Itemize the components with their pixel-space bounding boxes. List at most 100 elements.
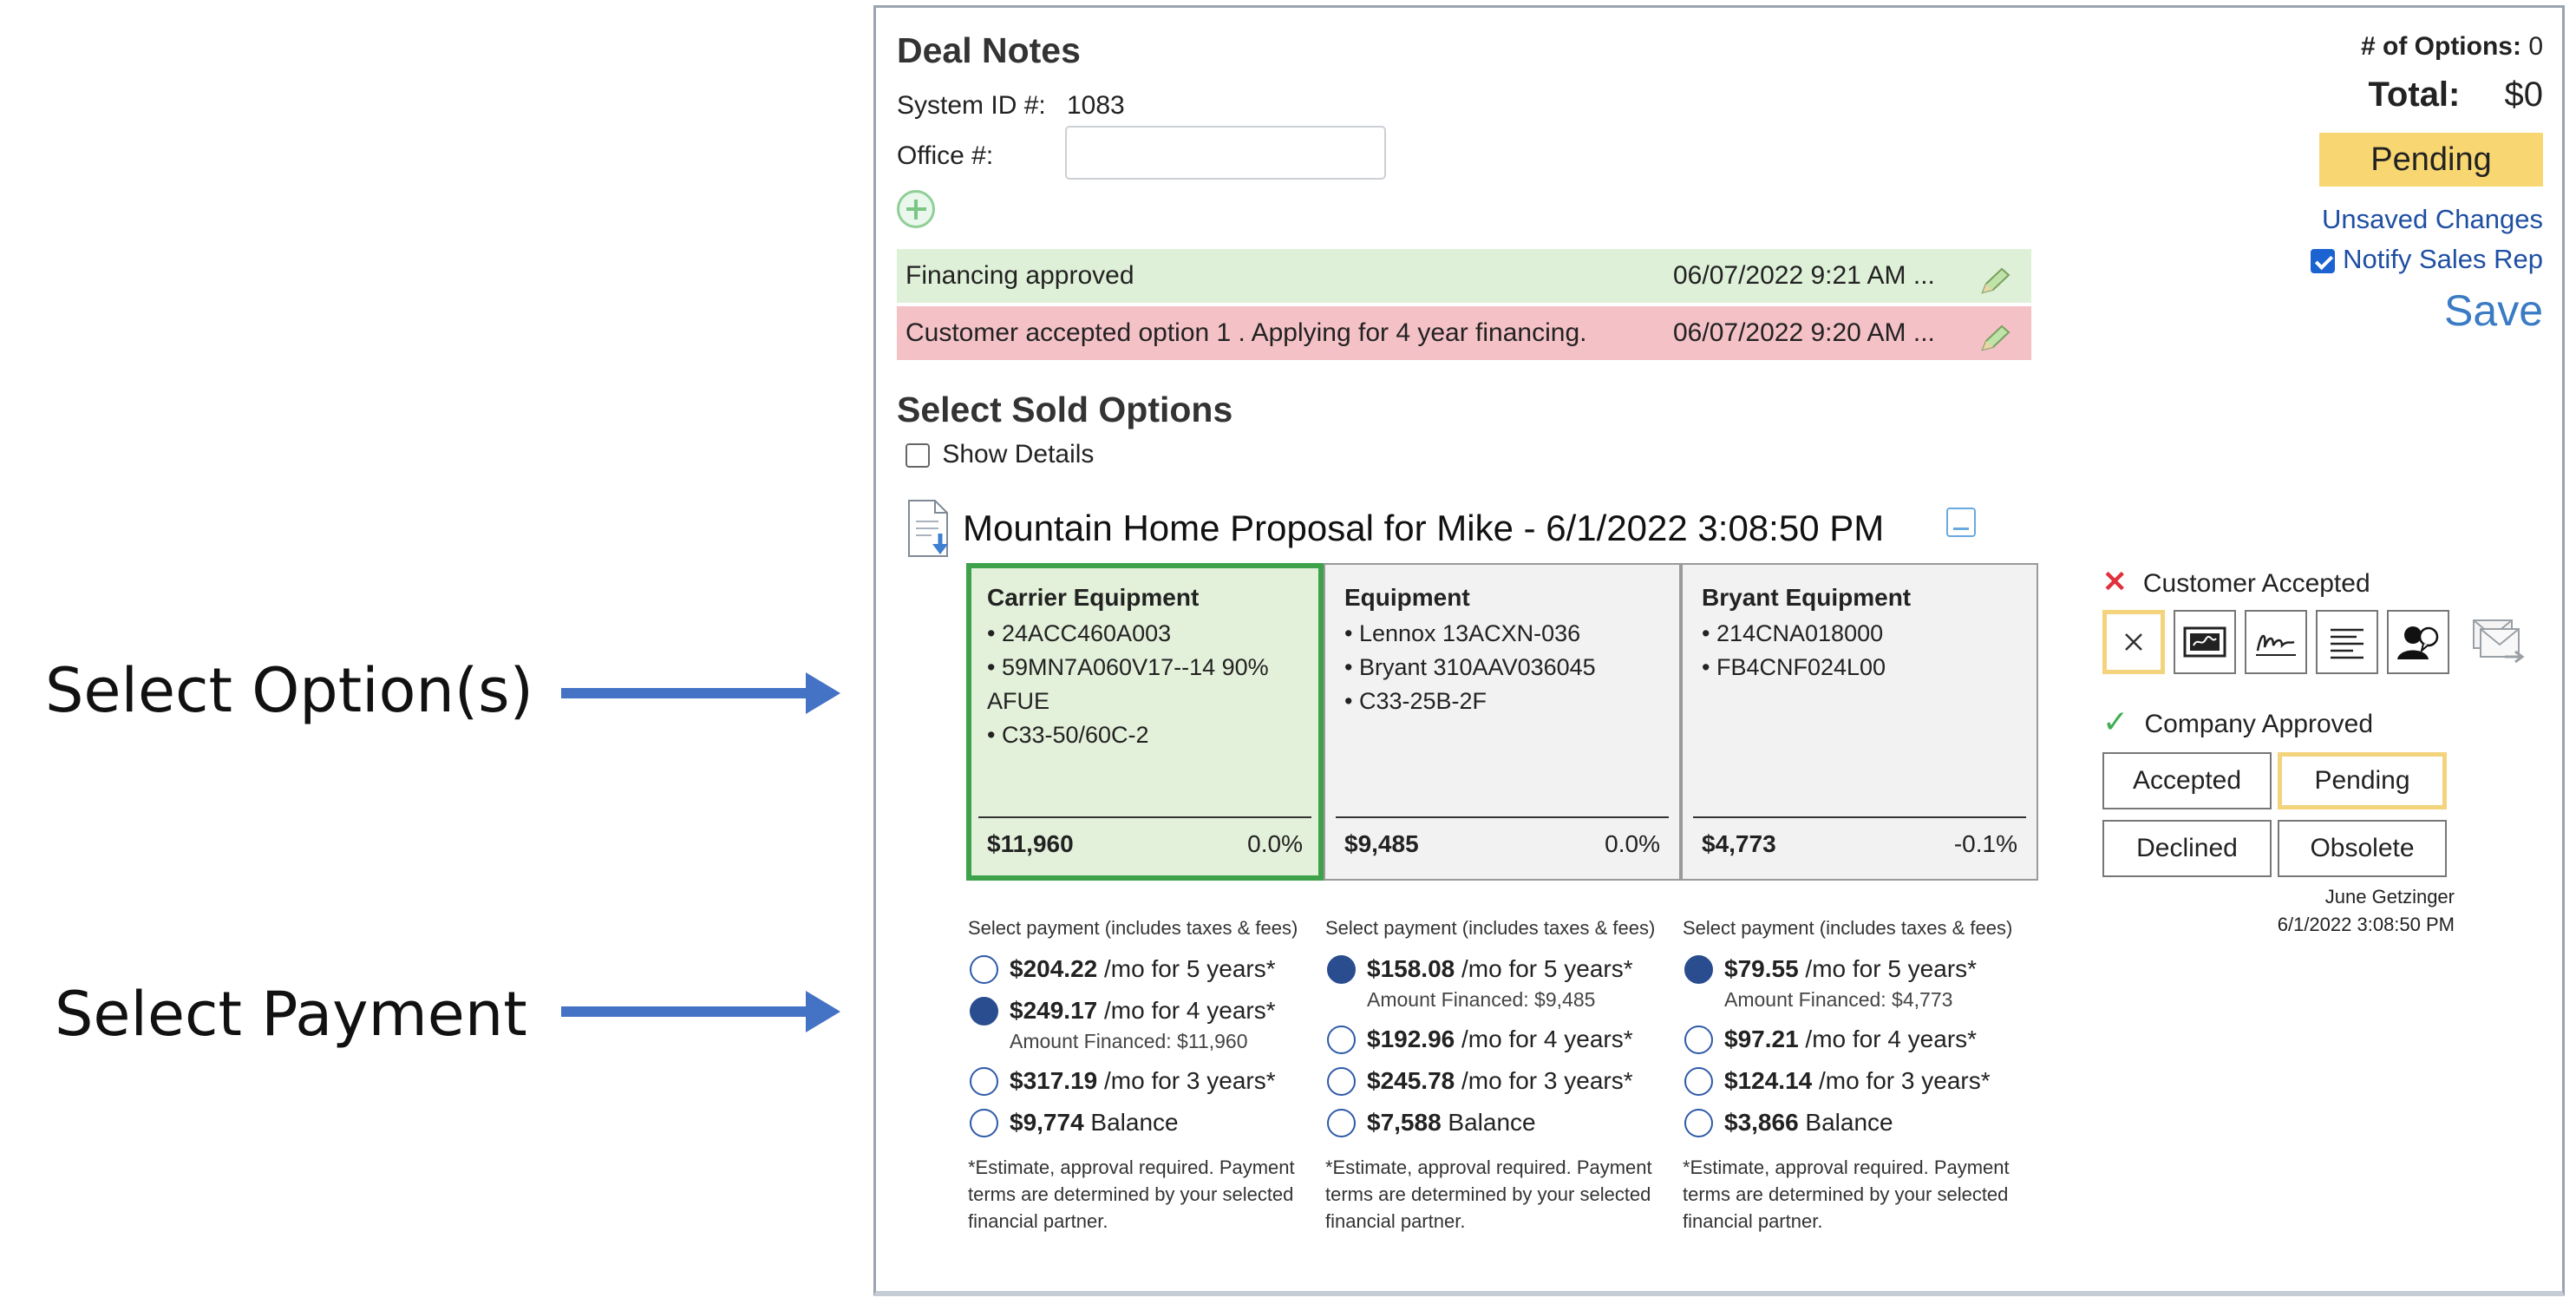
option-item: • 214CNA018000 <box>1702 620 1884 646</box>
office-label: Office #: <box>897 141 994 170</box>
option-item: • C33-50/60C-2 <box>987 722 1149 748</box>
x-mark-icon: ✕ <box>2102 566 2128 599</box>
proposal-title: Mountain Home Proposal for Mike - 6/1/20… <box>963 508 1885 548</box>
obsolete-button[interactable]: Obsolete <box>2278 820 2447 877</box>
option-item: • 59MN7A060V17--14 90% AFUE <box>987 654 1269 714</box>
office-input[interactable] <box>1065 126 1386 180</box>
payment-footnote: *Estimate, approval required. Payment te… <box>1683 1157 2010 1232</box>
payment-radio[interactable] <box>1684 1109 1713 1137</box>
payment-radio[interactable] <box>1684 1026 1713 1054</box>
note-text: Customer accepted option 1 . Applying fo… <box>906 318 1587 347</box>
payment-option[interactable]: $192.96 /mo for 4 years* <box>1325 1026 1683 1054</box>
pencil-icon[interactable] <box>1978 261 2012 294</box>
option-price: $11,960 <box>987 830 1074 857</box>
section-title-sold-options: Select Sold Options <box>897 390 1233 429</box>
payment-radio[interactable] <box>1327 1109 1356 1137</box>
option-divider <box>978 816 1311 818</box>
note-row-financing[interactable]: Financing approved 06/07/2022 9:21 AM ..… <box>897 249 2031 303</box>
payment-radio[interactable] <box>1327 1067 1356 1096</box>
note-timestamp: 06/07/2022 9:20 AM ... <box>1673 318 1935 347</box>
payment-header: Select payment (includes taxes & fees) <box>1325 917 1656 939</box>
options-count-value: 0 <box>2528 32 2543 61</box>
notify-sales-rep[interactable]: Notify Sales Rep <box>2311 244 2543 275</box>
text-lines-icon[interactable] <box>2316 610 2378 674</box>
option-divider <box>1336 816 1669 818</box>
person-chat-icon[interactable] <box>2387 610 2449 674</box>
payment-option[interactable]: $204.22 /mo for 5 years* <box>968 955 1325 984</box>
signature-pad-icon[interactable] <box>2174 610 2236 674</box>
payment-radio[interactable] <box>1684 1067 1713 1096</box>
payment-column-bryant: Select payment (includes taxes & fees) $… <box>1683 917 2040 1235</box>
deal-notes-window: Deal Notes System ID #: 1083 Office #: F… <box>873 5 2565 1296</box>
clear-signature-button[interactable] <box>2102 610 2165 674</box>
option-divider <box>1693 816 2026 818</box>
option-title: Carrier Equipment <box>987 584 1200 611</box>
payment-option[interactable]: $7,588 Balance <box>1325 1109 1683 1137</box>
option-card-bryant[interactable]: Bryant Equipment • 214CNA018000 • FB4CNF… <box>1681 563 2038 881</box>
show-details-checkbox[interactable] <box>906 443 930 469</box>
payment-column-equipment: Select payment (includes taxes & fees) $… <box>1325 917 1683 1235</box>
collapse-icon[interactable] <box>1946 508 1976 537</box>
payment-radio[interactable] <box>1327 955 1356 984</box>
show-details-label: Show Details <box>942 440 1095 469</box>
payment-option[interactable]: $79.55 /mo for 5 years* Amount Financed: … <box>1683 955 2040 1012</box>
annotation-select-options: Select Option(s) <box>45 655 533 726</box>
amount-financed: Amount Financed: $4,773 <box>1724 988 1953 1011</box>
approver-name: June Getzinger <box>2324 886 2455 908</box>
payment-header: Select payment (includes taxes & fees) <box>1683 917 2013 939</box>
payment-header: Select payment (includes taxes & fees) <box>968 917 1298 939</box>
customer-accepted-row: ✕ Customer Accepted <box>2102 565 2370 600</box>
payment-radio[interactable] <box>1684 955 1713 984</box>
payment-option[interactable]: $97.21 /mo for 4 years* <box>1683 1026 2040 1054</box>
annotation-select-payment: Select Payment <box>55 979 527 1050</box>
option-item: • Lennox 13ACXN-036 <box>1344 620 1581 646</box>
declined-button[interactable]: Declined <box>2102 820 2272 877</box>
option-item: • 24ACC460A003 <box>987 620 1172 646</box>
payment-radio[interactable] <box>970 1109 998 1137</box>
payment-radio[interactable] <box>970 1067 998 1096</box>
payment-option[interactable]: $3,866 Balance <box>1683 1109 2040 1137</box>
note-text: Financing approved <box>906 261 1134 290</box>
option-card-equipment[interactable]: Equipment • Lennox 13ACXN-036 • Bryant 3… <box>1324 563 1681 881</box>
document-download-icon[interactable] <box>906 499 954 564</box>
accepted-button[interactable]: Accepted <box>2102 752 2272 809</box>
option-title: Equipment <box>1344 584 1470 611</box>
option-card-carrier[interactable]: Carrier Equipment • 24ACC460A003 • 59MN7… <box>966 563 1324 881</box>
arrow-select-payment <box>561 991 840 1032</box>
option-price: $4,773 <box>1702 830 1776 857</box>
company-approved-label: Company Approved <box>2144 710 2374 738</box>
payment-option[interactable]: $9,774 Balance <box>968 1109 1325 1137</box>
system-id-label: System ID #: <box>897 91 1046 120</box>
page-title: Deal Notes <box>897 30 1081 70</box>
customer-accepted-label: Customer Accepted <box>2142 569 2370 598</box>
email-send-icon[interactable] <box>2470 617 2527 672</box>
signature-icon[interactable] <box>2245 610 2307 674</box>
payment-radio[interactable] <box>970 997 998 1026</box>
amount-financed: Amount Financed: $9,485 <box>1367 988 1596 1011</box>
payment-option[interactable]: $317.19 /mo for 3 years* <box>968 1067 1325 1096</box>
payment-option[interactable]: $158.08 /mo for 5 years* Amount Financed:… <box>1325 955 1683 1012</box>
option-percent: 0.0% <box>1247 830 1303 857</box>
payment-footnote: *Estimate, approval required. Payment te… <box>1325 1157 1652 1232</box>
note-row-accepted[interactable]: Customer accepted option 1 . Applying fo… <box>897 306 2031 360</box>
notify-label: Notify Sales Rep <box>2343 244 2543 274</box>
pencil-icon[interactable] <box>1978 318 2012 351</box>
option-title: Bryant Equipment <box>1702 584 1912 611</box>
payment-column-carrier: Select payment (includes taxes & fees) $… <box>968 917 1325 1235</box>
payment-radio[interactable] <box>1327 1026 1356 1054</box>
pending-button[interactable]: Pending <box>2278 752 2447 809</box>
status-pending-badge[interactable]: Pending <box>2319 133 2543 187</box>
option-item: • C33-25B-2F <box>1344 688 1487 714</box>
option-percent: 0.0% <box>1605 830 1660 857</box>
arrow-select-options <box>561 672 840 714</box>
payment-radio[interactable] <box>970 955 998 984</box>
save-button[interactable]: Save <box>2444 285 2543 336</box>
notify-checkbox[interactable] <box>2311 248 2336 273</box>
add-note-button[interactable] <box>897 190 935 228</box>
payment-option[interactable]: $245.78 /mo for 3 years* <box>1325 1067 1683 1096</box>
payment-option[interactable]: $249.17 /mo for 4 years* Amount Financed:… <box>968 997 1325 1053</box>
unsaved-changes-link[interactable]: Unsaved Changes <box>2322 204 2543 235</box>
payment-option[interactable]: $124.14 /mo for 3 years* <box>1683 1067 2040 1096</box>
show-details-toggle[interactable]: Show Details <box>906 440 1094 469</box>
total-line: Total: $0 <box>2368 75 2543 115</box>
